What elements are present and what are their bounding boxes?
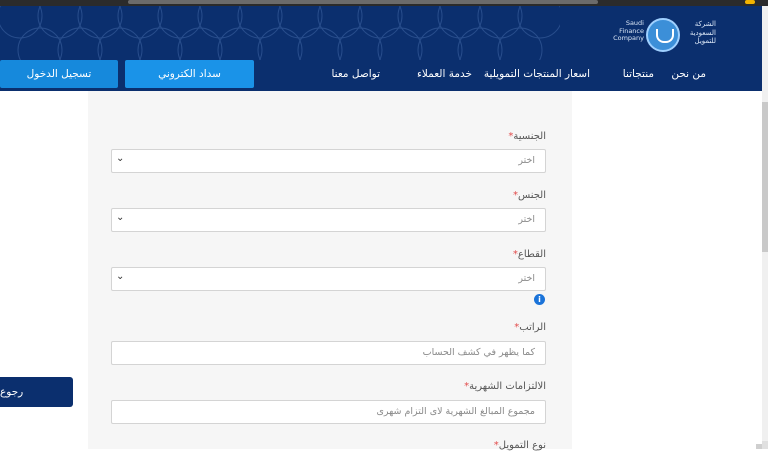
vertical-scroll-thumb[interactable]: [762, 102, 768, 252]
salary-label: الراتب*: [514, 322, 546, 333]
status-indicator: [745, 0, 755, 4]
horizontal-scroll-thumb[interactable]: [128, 0, 598, 4]
nav-about-us[interactable]: من نحن: [671, 68, 706, 80]
select-placeholder: اختر: [518, 214, 535, 225]
scroll-corner: [756, 444, 762, 449]
info-icon[interactable]: i: [534, 294, 545, 305]
gender-label: الجنس*: [512, 190, 546, 201]
gender-select[interactable]: اختر ⌄: [111, 208, 546, 232]
chevron-down-icon: ⌄: [116, 153, 125, 164]
nav-product-prices[interactable]: اسعار المنتجات التمويلية: [484, 68, 590, 80]
company-logo[interactable]: Saudi Finance Company الشركة السعودية لل…: [608, 18, 716, 54]
sector-select[interactable]: اختر ⌄: [111, 267, 546, 291]
nav-customer-service[interactable]: خدمة العملاء: [417, 68, 472, 80]
salary-input[interactable]: كما يظهر في كشف الحساب: [111, 341, 546, 365]
nationality-select[interactable]: اختر ⌄: [111, 149, 546, 173]
scroll-down-arrow-icon[interactable]: [762, 441, 768, 449]
nav-contact-us[interactable]: تواصل معنا: [331, 68, 380, 80]
chevron-down-icon: ⌄: [116, 212, 125, 223]
monthly-obligations-input[interactable]: مجموع المبالغ الشهرية لاى التزام شهرى: [111, 400, 546, 424]
logo-text-english: Saudi Finance Company: [613, 19, 644, 42]
input-placeholder: كما يظهر في كشف الحساب: [422, 347, 535, 358]
chevron-down-icon: ⌄: [116, 271, 125, 282]
e-payment-button[interactable]: سداد الكتروني: [125, 60, 254, 88]
nationality-label: الجنسية*: [508, 131, 546, 142]
header-pattern: [0, 6, 560, 60]
vertical-scrollbar[interactable]: [762, 6, 768, 449]
select-placeholder: اختر: [518, 155, 535, 166]
login-button[interactable]: تسجيل الدخول: [0, 60, 118, 88]
nav-products[interactable]: منتجاتنا: [623, 68, 654, 80]
sector-label: القطاع*: [512, 249, 546, 260]
logo-text-arabic: الشركة السعودية للتمويل: [689, 20, 716, 45]
monthly-obligations-label: الالتزامات الشهرية*: [464, 381, 546, 392]
select-placeholder: اختر: [518, 273, 535, 284]
input-placeholder: مجموع المبالغ الشهرية لاى التزام شهرى: [376, 406, 535, 417]
financing-type-label: نوع التمويل*: [493, 440, 546, 451]
back-button[interactable]: رجوع: [0, 377, 73, 407]
logo-emblem-icon: [646, 18, 680, 52]
